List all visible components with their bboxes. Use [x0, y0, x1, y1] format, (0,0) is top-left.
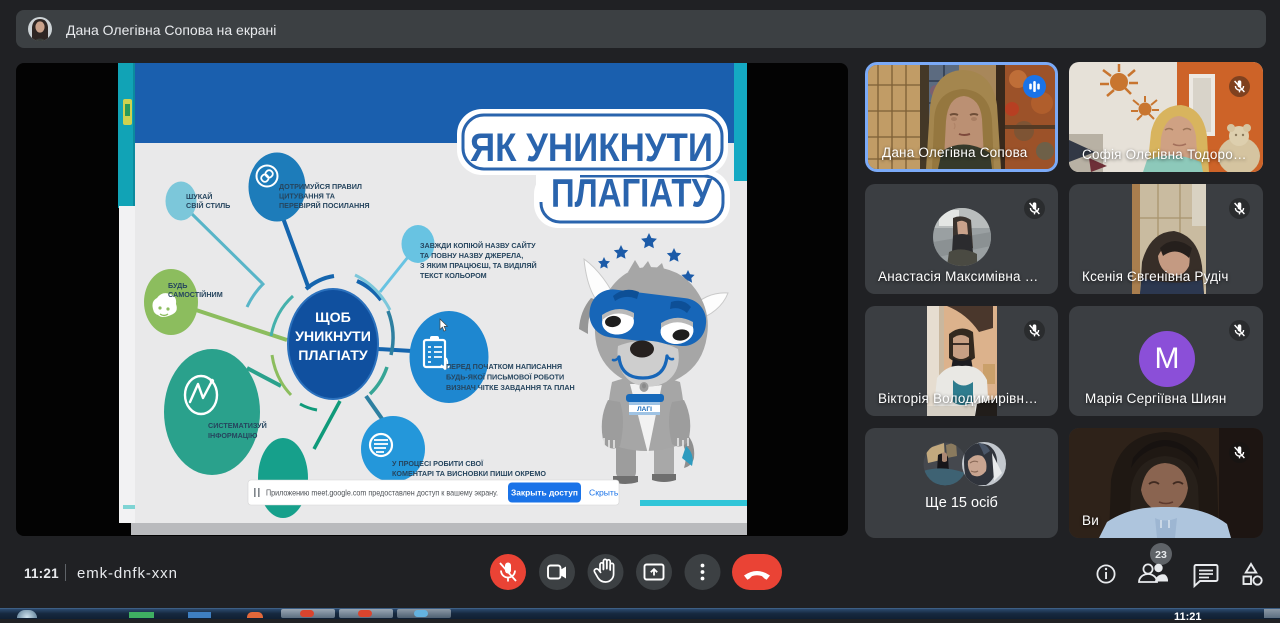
svg-text:САМОСТІЙНИМ: САМОСТІЙНИМ: [168, 290, 223, 299]
svg-text:УНИКНУТИ: УНИКНУТИ: [295, 329, 371, 345]
svg-text:БУДЬ-ЯКОЇ ПИСЬМОВОЇ РОБОТИ: БУДЬ-ЯКОЇ ПИСЬМОВОЇ РОБОТИ: [446, 373, 564, 382]
svg-text:ТЕКСТ КОЛЬОРОМ: ТЕКСТ КОЛЬОРОМ: [420, 271, 487, 280]
svg-text:СВІЙ СТИЛЬ: СВІЙ СТИЛЬ: [186, 201, 230, 210]
svg-text:ПЛАГІАТУ: ПЛАГІАТУ: [298, 348, 368, 364]
svg-text:ШУКАЙ: ШУКАЙ: [186, 192, 212, 201]
svg-text:СИСТЕМАТИЗУЙ: СИСТЕМАТИЗУЙ: [208, 421, 267, 430]
svg-text:ТА ПОВНУ НАЗВУ ДЖЕРЕЛА,: ТА ПОВНУ НАЗВУ ДЖЕРЕЛА,: [420, 251, 523, 260]
svg-text:ДОТРИМУЙСЯ ПРАВИЛ: ДОТРИМУЙСЯ ПРАВИЛ: [279, 182, 362, 191]
svg-text:ЯК УНИКНУТИ: ЯК УНИКНУТИ: [470, 126, 713, 170]
svg-text:ВИЗНАЧ ЧІТКЕ ЗАВДАННЯ ТА ПЛАН: ВИЗНАЧ ЧІТКЕ ЗАВДАННЯ ТА ПЛАН: [446, 383, 575, 392]
svg-text:Приложению meet.google.com пре: Приложению meet.google.com предоставлен …: [266, 489, 498, 498]
svg-text:Закрыть доступ: Закрыть доступ: [511, 488, 578, 498]
svg-text:ЦИТУВАННЯ ТА: ЦИТУВАННЯ ТА: [279, 192, 335, 201]
svg-text:23: 23: [1155, 549, 1167, 561]
svg-text:ЩОБ: ЩОБ: [315, 310, 351, 326]
svg-text:З ЯКИМ ПРАЦЮЄШ, ТА ВИДІЛЯЙ: З ЯКИМ ПРАЦЮЄШ, ТА ВИДІЛЯЙ: [420, 261, 537, 270]
svg-text:ІНФОРМАЦІЮ: ІНФОРМАЦІЮ: [208, 431, 258, 440]
svg-text:БУДЬ: БУДЬ: [168, 281, 187, 290]
svg-text:ПЕРЕВІРЯЙ ПОСИЛАННЯ: ПЕРЕВІРЯЙ ПОСИЛАННЯ: [279, 201, 370, 210]
svg-text:ЗАВЖДИ КОПІЮЙ НАЗВУ САЙТУ: ЗАВЖДИ КОПІЮЙ НАЗВУ САЙТУ: [420, 241, 536, 250]
svg-text:ЛАГІ: ЛАГІ: [637, 406, 652, 413]
svg-text:У ПРОЦЕСІ РОБИТИ СВОЇ: У ПРОЦЕСІ РОБИТИ СВОЇ: [392, 459, 484, 468]
svg-text:ПЛАГІАТУ: ПЛАГІАТУ: [551, 172, 713, 216]
svg-text:Скрыть: Скрыть: [589, 488, 619, 498]
svg-text:КОМЕНТАРІ ТА ВИСНОВКИ ПИШИ ОКР: КОМЕНТАРІ ТА ВИСНОВКИ ПИШИ ОКРЕМО: [392, 469, 546, 478]
svg-text:ПЕРЕД ПОЧАТКОМ НАПИСАННЯ: ПЕРЕД ПОЧАТКОМ НАПИСАННЯ: [446, 362, 562, 371]
